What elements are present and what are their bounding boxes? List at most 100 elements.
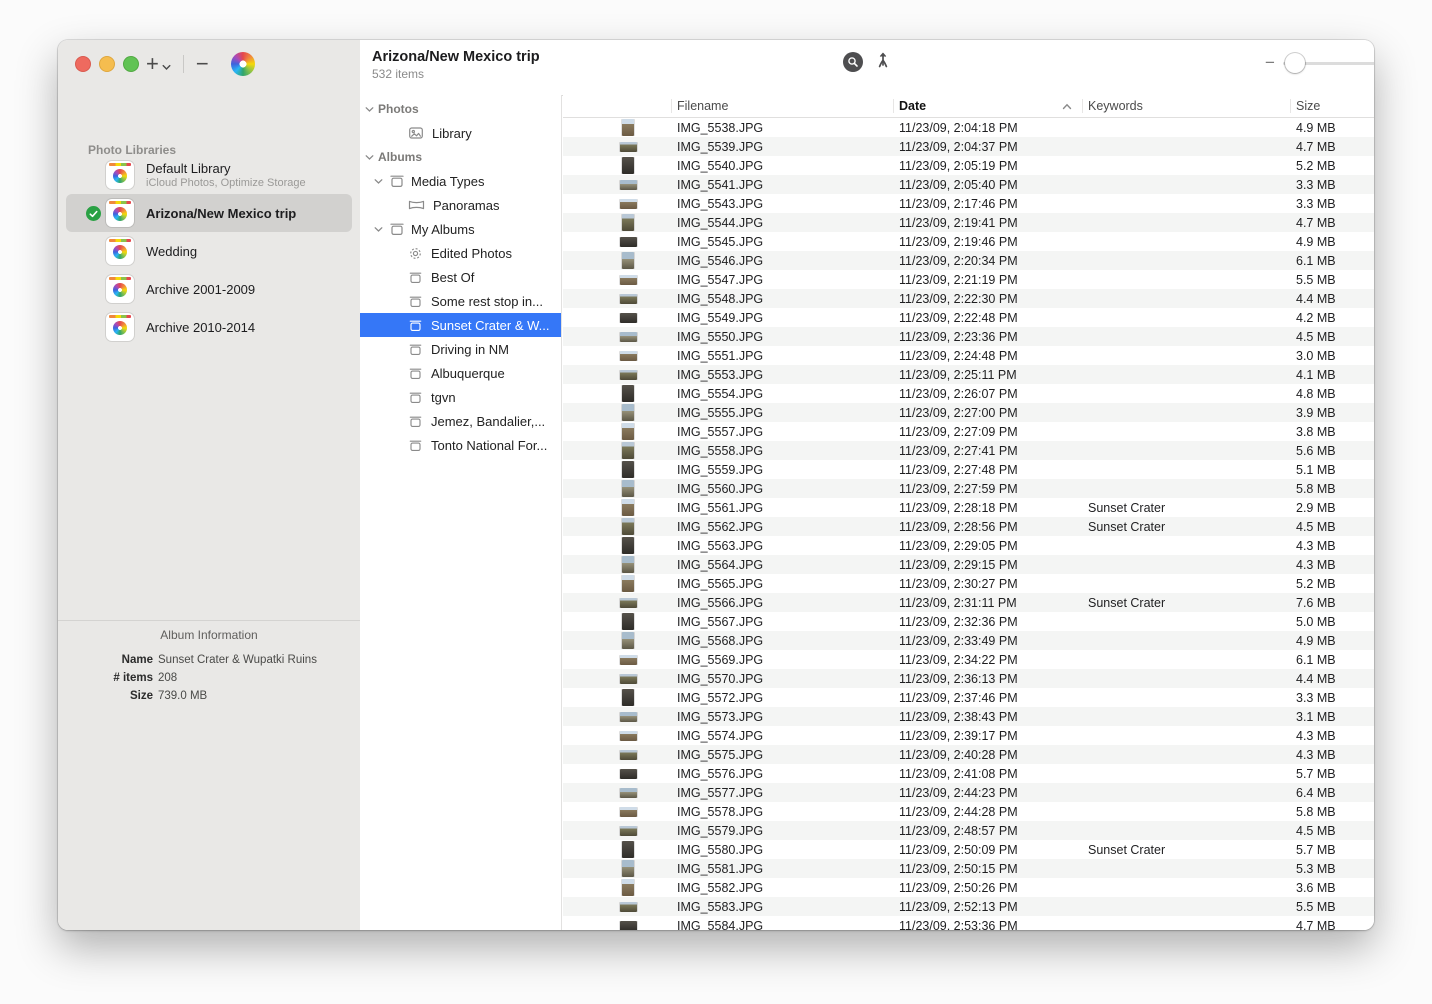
tree-item-library[interactable]: Library — [360, 121, 561, 145]
photo-thumbnail[interactable] — [622, 613, 634, 630]
slider-knob[interactable] — [1285, 53, 1305, 73]
table-row[interactable]: IMG_5543.JPG11/23/09, 2:17:46 PM3.3 MB — [563, 194, 1374, 213]
table-row[interactable]: IMG_5579.JPG11/23/09, 2:48:57 PM4.5 MB — [563, 821, 1374, 840]
photo-thumbnail[interactable] — [622, 860, 634, 877]
photo-thumbnail[interactable] — [622, 157, 634, 174]
table-row[interactable]: IMG_5562.JPG11/23/09, 2:28:56 PMSunset C… — [563, 517, 1374, 536]
column-header-filename[interactable]: Filename — [671, 95, 893, 117]
table-row[interactable]: IMG_5578.JPG11/23/09, 2:44:28 PM5.8 MB — [563, 802, 1374, 821]
table-row[interactable]: IMG_5546.JPG11/23/09, 2:20:34 PM6.1 MB — [563, 251, 1374, 270]
tree-section-photos[interactable]: Photos — [360, 97, 561, 121]
table-row[interactable]: IMG_5547.JPG11/23/09, 2:21:19 PM5.5 MB — [563, 270, 1374, 289]
table-row[interactable]: IMG_5558.JPG11/23/09, 2:27:41 PM5.6 MB — [563, 441, 1374, 460]
table-row[interactable]: IMG_5577.JPG11/23/09, 2:44:23 PM6.4 MB — [563, 783, 1374, 802]
photo-thumbnail[interactable] — [622, 841, 634, 858]
tree-item-driving-in-nm[interactable]: Driving in NM — [360, 337, 561, 361]
chevron-down-icon[interactable] — [365, 106, 374, 113]
photo-thumbnail[interactable] — [620, 275, 637, 285]
find-duplicates-button[interactable] — [843, 52, 863, 72]
photo-thumbnail[interactable] — [620, 294, 637, 304]
photo-thumbnail[interactable] — [622, 575, 634, 592]
column-header-date[interactable]: Date — [893, 95, 1082, 117]
tree-item-albuquerque[interactable]: Albuquerque — [360, 361, 561, 385]
table-row[interactable]: IMG_5538.JPG11/23/09, 2:04:18 PM4.9 MB — [563, 118, 1374, 137]
photo-thumbnail[interactable] — [620, 902, 637, 912]
chevron-down-icon[interactable] — [374, 226, 383, 233]
photo-thumbnail[interactable] — [620, 351, 637, 361]
photo-thumbnail[interactable] — [622, 556, 634, 573]
tree-item-tgvn[interactable]: tgvn — [360, 385, 561, 409]
table-row[interactable]: IMG_5548.JPG11/23/09, 2:22:30 PM4.4 MB — [563, 289, 1374, 308]
table-row[interactable]: IMG_5563.JPG11/23/09, 2:29:05 PM4.3 MB — [563, 536, 1374, 555]
table-row[interactable]: IMG_5553.JPG11/23/09, 2:25:11 PM4.1 MB — [563, 365, 1374, 384]
library-item-arizona-new-mexico-trip[interactable]: Arizona/New Mexico trip — [66, 194, 352, 232]
photo-thumbnail[interactable] — [622, 461, 634, 478]
photo-thumbnail[interactable] — [622, 632, 634, 649]
minimize-button[interactable] — [99, 56, 115, 72]
table-row[interactable]: IMG_5575.JPG11/23/09, 2:40:28 PM4.3 MB — [563, 745, 1374, 764]
tree-item-jemez-bandalier[interactable]: Jemez, Bandalier,... — [360, 409, 561, 433]
table-row[interactable]: IMG_5574.JPG11/23/09, 2:39:17 PM4.3 MB — [563, 726, 1374, 745]
tree-item-media-types[interactable]: Media Types — [360, 169, 561, 193]
photo-thumbnail[interactable] — [622, 404, 634, 421]
photo-thumbnail[interactable] — [622, 480, 634, 497]
thumbnail-zoom-slider[interactable]: − + — [1265, 50, 1374, 76]
table-row[interactable]: IMG_5539.JPG11/23/09, 2:04:37 PM4.7 MB — [563, 137, 1374, 156]
table-row[interactable]: IMG_5557.JPG11/23/09, 2:27:09 PM3.8 MB — [563, 422, 1374, 441]
zoom-button[interactable] — [123, 56, 139, 72]
photo-thumbnail[interactable] — [620, 142, 637, 152]
column-header-size[interactable]: Size — [1290, 95, 1374, 117]
tree-item-sunset-crater-w[interactable]: Sunset Crater & W... — [360, 313, 561, 337]
add-library-button[interactable]: + — [146, 53, 159, 75]
column-header-keywords[interactable]: Keywords — [1082, 95, 1290, 117]
slider-track[interactable] — [1283, 62, 1374, 65]
photo-thumbnail[interactable] — [620, 332, 637, 342]
column-header-thumbnail[interactable] — [563, 95, 671, 117]
library-item-default-library[interactable]: Default LibraryiCloud Photos, Optimize S… — [66, 156, 352, 194]
photo-thumbnail[interactable] — [620, 731, 637, 741]
table-row[interactable]: IMG_5576.JPG11/23/09, 2:41:08 PM5.7 MB — [563, 764, 1374, 783]
photo-thumbnail[interactable] — [622, 252, 634, 269]
photo-thumbnail[interactable] — [620, 370, 637, 380]
merge-button[interactable] — [875, 50, 891, 73]
table-row[interactable]: IMG_5572.JPG11/23/09, 2:37:46 PM3.3 MB — [563, 688, 1374, 707]
photo-thumbnail[interactable] — [620, 807, 637, 817]
table-row[interactable]: IMG_5565.JPG11/23/09, 2:30:27 PM5.2 MB — [563, 574, 1374, 593]
tree-item-my-albums[interactable]: My Albums — [360, 217, 561, 241]
photo-thumbnail[interactable] — [620, 788, 637, 798]
photo-thumbnail[interactable] — [620, 237, 637, 247]
table-row[interactable]: IMG_5559.JPG11/23/09, 2:27:48 PM5.1 MB — [563, 460, 1374, 479]
table-row[interactable]: IMG_5570.JPG11/23/09, 2:36:13 PM4.4 MB — [563, 669, 1374, 688]
table-row[interactable]: IMG_5540.JPG11/23/09, 2:05:19 PM5.2 MB — [563, 156, 1374, 175]
table-row[interactable]: IMG_5584.JPG11/23/09, 2:53:36 PM4.7 MB — [563, 916, 1374, 930]
photo-thumbnail[interactable] — [620, 750, 637, 760]
table-row[interactable]: IMG_5545.JPG11/23/09, 2:19:46 PM4.9 MB — [563, 232, 1374, 251]
photo-thumbnail[interactable] — [620, 826, 637, 836]
photo-thumbnail[interactable] — [620, 313, 637, 323]
table-row[interactable]: IMG_5564.JPG11/23/09, 2:29:15 PM4.3 MB — [563, 555, 1374, 574]
tree-item-some-rest-stop-in[interactable]: Some rest stop in... — [360, 289, 561, 313]
table-row[interactable]: IMG_5544.JPG11/23/09, 2:19:41 PM4.7 MB — [563, 213, 1374, 232]
table-row[interactable]: IMG_5569.JPG11/23/09, 2:34:22 PM6.1 MB — [563, 650, 1374, 669]
photo-thumbnail[interactable] — [622, 537, 634, 554]
tree-item-edited-photos[interactable]: Edited Photos — [360, 241, 561, 265]
tree-item-best-of[interactable]: Best Of — [360, 265, 561, 289]
table-row[interactable]: IMG_5580.JPG11/23/09, 2:50:09 PMSunset C… — [563, 840, 1374, 859]
photo-thumbnail[interactable] — [620, 180, 637, 190]
tree-item-panoramas[interactable]: Panoramas — [360, 193, 561, 217]
table-row[interactable]: IMG_5582.JPG11/23/09, 2:50:26 PM3.6 MB — [563, 878, 1374, 897]
close-button[interactable] — [75, 56, 91, 72]
photo-thumbnail[interactable] — [622, 442, 634, 459]
table-row[interactable]: IMG_5561.JPG11/23/09, 2:28:18 PMSunset C… — [563, 498, 1374, 517]
remove-library-button[interactable]: − — [196, 54, 209, 74]
table-row[interactable]: IMG_5567.JPG11/23/09, 2:32:36 PM5.0 MB — [563, 612, 1374, 631]
library-item-archive-2001-2009[interactable]: Archive 2001-2009 — [66, 270, 352, 308]
photo-thumbnail[interactable] — [622, 385, 634, 402]
table-row[interactable]: IMG_5551.JPG11/23/09, 2:24:48 PM3.0 MB — [563, 346, 1374, 365]
add-library-chevron-icon[interactable] — [162, 58, 171, 76]
table-row[interactable]: IMG_5583.JPG11/23/09, 2:52:13 PM5.5 MB — [563, 897, 1374, 916]
table-row[interactable]: IMG_5581.JPG11/23/09, 2:50:15 PM5.3 MB — [563, 859, 1374, 878]
photo-thumbnail[interactable] — [622, 423, 634, 440]
table-row[interactable]: IMG_5573.JPG11/23/09, 2:38:43 PM3.1 MB — [563, 707, 1374, 726]
library-item-wedding[interactable]: Wedding — [66, 232, 352, 270]
